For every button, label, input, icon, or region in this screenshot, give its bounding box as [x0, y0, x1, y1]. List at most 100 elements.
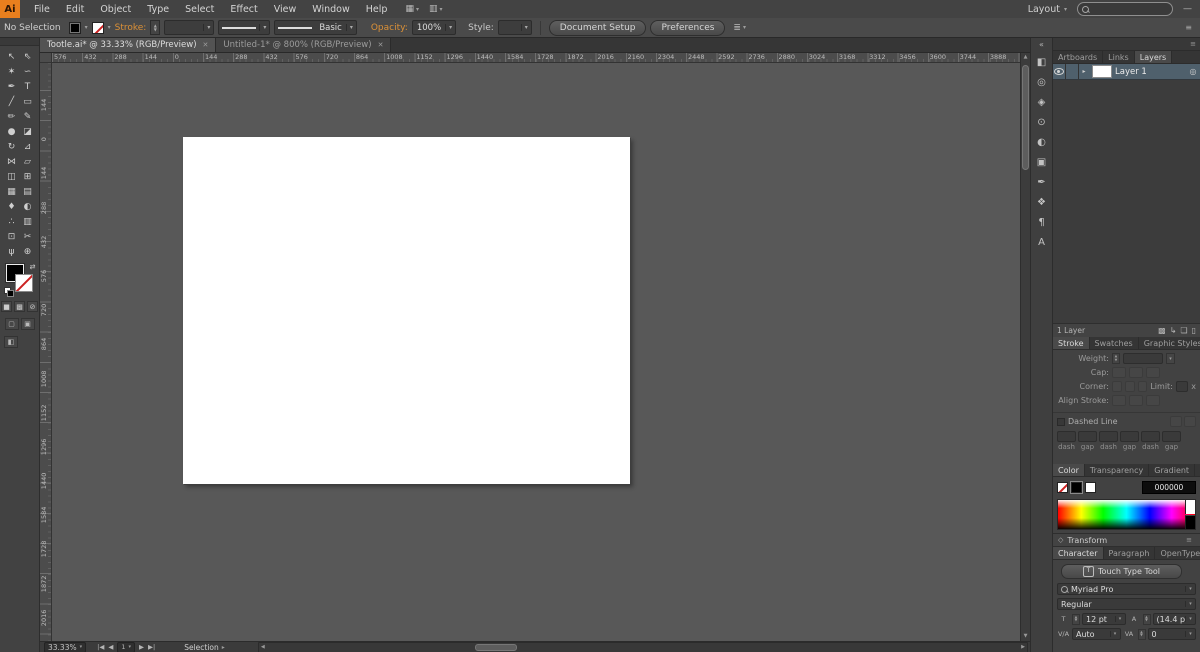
- menu-Select[interactable]: Select: [177, 4, 222, 15]
- tab-Color[interactable]: Color: [1053, 464, 1085, 476]
- brush-definition-dropdown[interactable]: Basic ▾: [274, 20, 357, 35]
- selection-tool[interactable]: ↖: [4, 49, 20, 64]
- dash-field[interactable]: [1057, 431, 1076, 442]
- character-styles-icon[interactable]: A: [1033, 234, 1051, 251]
- font-family-combo[interactable]: Myriad Pro ▾: [1057, 583, 1196, 595]
- dash-field[interactable]: [1141, 431, 1160, 442]
- gradient-tool[interactable]: ▤: [20, 184, 36, 199]
- expand-dock-icon[interactable]: «: [1039, 38, 1044, 51]
- shape-builder-tool[interactable]: ◫: [4, 169, 20, 184]
- draw-behind-button[interactable]: ▣: [20, 318, 35, 330]
- style-dropdown[interactable]: ▾: [497, 20, 532, 35]
- status-menu-icon[interactable]: ▸: [222, 644, 225, 651]
- artboard-tool[interactable]: ⊡: [4, 229, 20, 244]
- tab-Swatches[interactable]: Swatches: [1090, 337, 1139, 349]
- column-graph-tool[interactable]: ▥: [20, 214, 36, 229]
- layer-target-icon[interactable]: ◎: [1186, 67, 1200, 76]
- tab-OpenType[interactable]: OpenType: [1155, 547, 1200, 559]
- info-icon[interactable]: ◈: [1033, 94, 1051, 111]
- none-swatch[interactable]: [1057, 482, 1068, 493]
- brushes-icon[interactable]: ✒: [1033, 174, 1051, 191]
- layer-thumbnail[interactable]: [1092, 65, 1112, 78]
- corner-round-button[interactable]: [1124, 381, 1135, 392]
- make-clip-mask-button[interactable]: ▩: [1158, 326, 1166, 335]
- transform-panel-header[interactable]: ◇ Transform ≡: [1053, 533, 1200, 547]
- align-center-button[interactable]: [1112, 395, 1126, 406]
- stroke-color-swatch[interactable]: [14, 274, 33, 292]
- appearance-icon[interactable]: ◐: [1033, 134, 1051, 151]
- layer-name[interactable]: Layer 1: [1115, 67, 1186, 77]
- symbol-sprayer-tool[interactable]: ∴: [4, 214, 20, 229]
- spectrum-white-swatch[interactable]: [1185, 500, 1195, 514]
- font-size-combo[interactable]: 12 pt ▾: [1082, 613, 1126, 625]
- tab-Paragraph[interactable]: Paragraph: [1104, 547, 1156, 559]
- menu-Help[interactable]: Help: [358, 4, 396, 15]
- scroll-up-icon[interactable]: ▲: [1021, 53, 1030, 62]
- scroll-down-icon[interactable]: ▼: [1021, 632, 1030, 641]
- preferences-button[interactable]: Preferences: [650, 19, 726, 36]
- menu-File[interactable]: File: [26, 4, 58, 15]
- cap-butt-button[interactable]: [1112, 367, 1126, 378]
- align-options-icon[interactable]: ≣ ▾: [733, 23, 746, 33]
- horizontal-scroll-thumb[interactable]: [474, 643, 517, 651]
- minimize-icon[interactable]: —: [1183, 4, 1192, 14]
- stroke-swatch[interactable]: [91, 21, 104, 34]
- vertical-ruler[interactable]: 1440144288432576720864100811521296144015…: [40, 63, 52, 641]
- color-guide-icon[interactable]: ◎: [1033, 74, 1051, 91]
- limit-field[interactable]: [1175, 381, 1189, 392]
- transform-menu-icon[interactable]: ≡: [1183, 536, 1195, 544]
- magic-wand-tool[interactable]: ✶: [4, 64, 20, 79]
- color-panel-icon[interactable]: ◧: [1033, 54, 1051, 71]
- document-tab[interactable]: Untitled-1* @ 800% (RGB/Preview) ✕: [216, 38, 392, 52]
- color-button[interactable]: ■: [1, 301, 12, 312]
- cap-projecting-button[interactable]: [1146, 367, 1160, 378]
- search-input[interactable]: [1092, 3, 1168, 15]
- tab-Gradient[interactable]: Gradient: [1149, 464, 1196, 476]
- direct-selection-tool[interactable]: ⇖: [20, 49, 36, 64]
- document-setup-button[interactable]: Document Setup: [548, 19, 647, 36]
- perspective-grid-tool[interactable]: ⊞: [20, 169, 36, 184]
- width-tool[interactable]: ⋈: [4, 154, 20, 169]
- scroll-left-icon[interactable]: ◀: [259, 643, 267, 652]
- toolbar-grip[interactable]: [0, 38, 39, 46]
- blend-tool[interactable]: ◐: [20, 199, 36, 214]
- new-sublayer-button[interactable]: ↳: [1170, 326, 1177, 335]
- touch-type-tool-button[interactable]: T Touch Type Tool: [1061, 564, 1182, 579]
- scale-tool[interactable]: ⊿: [20, 139, 36, 154]
- fill-swatch[interactable]: [68, 21, 81, 34]
- blob-brush-tool[interactable]: ●: [4, 124, 20, 139]
- align-outside-button[interactable]: [1146, 395, 1160, 406]
- tab-Stroke[interactable]: Stroke: [1053, 337, 1090, 349]
- dash-field[interactable]: [1099, 431, 1118, 442]
- pencil-tool[interactable]: ✎: [20, 109, 36, 124]
- artboard[interactable]: [183, 137, 630, 484]
- gap-field[interactable]: [1120, 431, 1139, 442]
- draw-normal-button[interactable]: ▢: [4, 318, 19, 330]
- weight-dropdown-icon[interactable]: ▾: [1166, 353, 1175, 364]
- spectrum-black-swatch[interactable]: [1185, 515, 1195, 529]
- align-inside-button[interactable]: [1129, 395, 1143, 406]
- close-tab-icon[interactable]: ✕: [378, 41, 384, 49]
- dashed-line-checkbox[interactable]: [1057, 417, 1065, 426]
- screen-mode-button[interactable]: ◧: [4, 336, 18, 348]
- line-segment-tool[interactable]: ╱: [4, 94, 20, 109]
- hand-tool[interactable]: ψ: [4, 244, 20, 259]
- close-tab-icon[interactable]: ✕: [203, 41, 209, 49]
- layer-row[interactable]: ▸ Layer 1 ◎: [1053, 64, 1200, 80]
- black-swatch[interactable]: [1071, 482, 1082, 493]
- prev-artboard-icon[interactable]: ◀: [108, 643, 113, 651]
- workspace-switcher[interactable]: Layout ▾: [1028, 4, 1067, 15]
- stroke-dropdown-icon[interactable]: ▾: [108, 24, 111, 31]
- swap-fill-stroke-icon[interactable]: ⇄: [30, 263, 36, 271]
- next-artboard-icon[interactable]: ▶: [139, 643, 144, 651]
- stroke-weight-combo[interactable]: ▾: [164, 20, 215, 35]
- rotate-tool[interactable]: ↻: [4, 139, 20, 154]
- mesh-tool[interactable]: ▦: [4, 184, 20, 199]
- white-swatch[interactable]: [1085, 482, 1096, 493]
- document-tab[interactable]: Tootle.ai* @ 33.33% (RGB/Preview) ✕: [40, 38, 217, 52]
- navigator-icon[interactable]: ⊙: [1033, 114, 1051, 131]
- gradient-button[interactable]: ▩: [14, 301, 25, 312]
- leading-stepper[interactable]: ▲ ▼: [1142, 613, 1151, 625]
- horizontal-scrollbar[interactable]: ◀ ▶: [257, 641, 1028, 652]
- free-transform-tool[interactable]: ▱: [20, 154, 36, 169]
